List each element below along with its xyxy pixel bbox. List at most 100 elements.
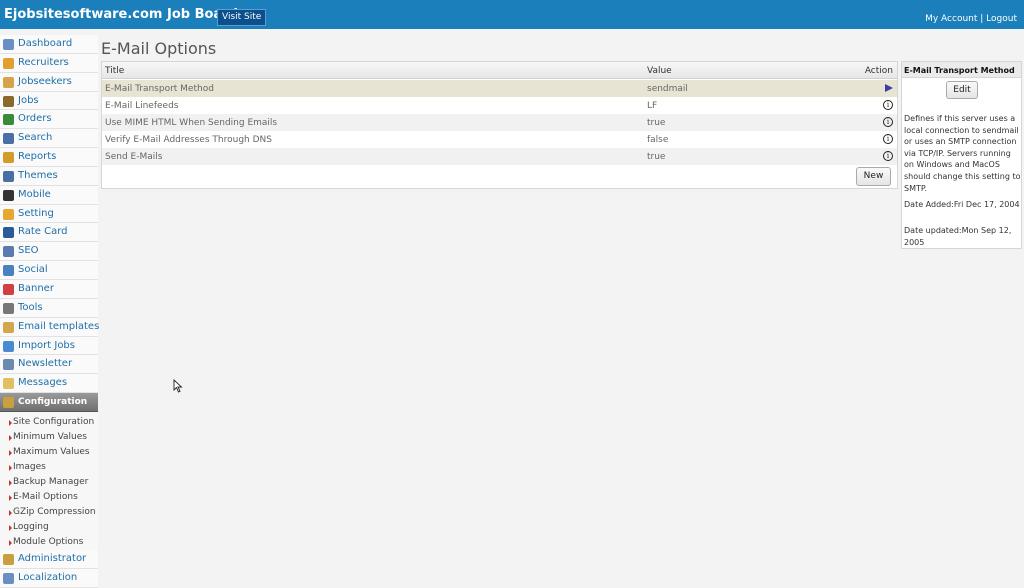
sidebar-item-label: Themes <box>18 169 58 181</box>
envelope-icon <box>3 321 14 333</box>
options-table: Title Value Action New E-Mail Transport … <box>101 61 898 189</box>
account-links: My Account | Logout <box>925 14 1017 24</box>
sidebar-item-configuration[interactable]: Configuration <box>0 393 98 412</box>
sidebar-item-newsletter[interactable]: Newsletter <box>0 355 98 375</box>
gear-icon <box>3 208 14 220</box>
sidebar-item-label: Social <box>18 264 48 276</box>
my-account-link[interactable]: My Account <box>925 14 977 24</box>
submenu-item[interactable]: Site Configuration <box>0 415 98 430</box>
sidebar-item-label: Import Jobs <box>18 339 75 351</box>
info-icon[interactable]: i <box>883 134 893 144</box>
bullet-arrow-icon <box>9 509 12 516</box>
sidebar-item-label: Mobile <box>18 188 51 200</box>
newsletter-icon <box>3 359 14 371</box>
logout-link[interactable]: Logout <box>986 14 1017 24</box>
submenu-item-label: Minimum Values <box>13 431 87 442</box>
edit-button[interactable]: Edit <box>946 81 978 99</box>
sidebar-item-dashboard[interactable]: Dashboard <box>0 35 98 54</box>
submenu-item[interactable]: Logging <box>0 520 98 535</box>
visit-site-button[interactable]: Visit Site <box>217 9 267 26</box>
submenu-item[interactable]: E-Mail Options <box>0 490 98 505</box>
mouse-cursor-icon <box>173 379 183 393</box>
info-icon[interactable]: i <box>883 151 893 161</box>
sidebar-item-tools[interactable]: Tools <box>0 298 98 318</box>
sidebar-item-label: Jobs <box>18 94 39 106</box>
submenu-item-label: Module Options <box>13 536 84 547</box>
table-row[interactable]: Verify E-Mail Addresses Through DNS false… <box>102 131 897 148</box>
sidebar-item-themes[interactable]: Themes <box>0 166 98 186</box>
submenu-item[interactable]: Minimum Values <box>0 430 98 445</box>
sidebar-item-social[interactable]: Social <box>0 261 98 280</box>
sidebar-item-administrator[interactable]: Administrator <box>0 549 98 569</box>
bullet-arrow-icon <box>9 434 12 441</box>
sidebar-item-label: Newsletter <box>18 358 73 370</box>
sidebar-item-recruiters[interactable]: Recruiters <box>0 53 98 73</box>
sidebar-item-orders[interactable]: Orders <box>0 110 98 130</box>
sidebar-item-reports[interactable]: Reports <box>0 148 98 167</box>
grid-icon <box>3 170 14 182</box>
sidebar-item-label: Email templates <box>18 320 100 332</box>
sidebar-item-label: Jobseekers <box>18 75 72 87</box>
person-icon <box>3 57 14 69</box>
account-separator: | <box>977 14 987 24</box>
new-button[interactable]: New <box>856 167 891 186</box>
sidebar-item-setting[interactable]: Setting <box>0 204 98 224</box>
sidebar-item-messages[interactable]: Messages <box>0 374 98 394</box>
sidebar-item-label: Localization <box>18 571 78 583</box>
row-title: E-Mail Transport Method <box>105 84 214 94</box>
submenu-item-label: GZip Compression <box>13 506 96 517</box>
info-icon[interactable]: i <box>883 100 893 110</box>
sidebar-item-label: Administrator <box>18 552 87 564</box>
sidebar-item-rate-card[interactable]: Rate Card <box>0 223 98 243</box>
row-value: false <box>647 135 669 145</box>
table-row[interactable]: E-Mail Linefeeds LF i <box>102 97 897 114</box>
table-row[interactable]: E-Mail Transport Method sendmail <box>102 80 897 97</box>
sidebar-item-seo[interactable]: SEO <box>0 242 98 262</box>
sidebar: Dashboard Recruiters Jobseekers Jobs Orders S… <box>0 35 100 588</box>
sidebar-item-banner[interactable]: Banner <box>0 279 98 299</box>
sidebar-item-label: Reports <box>18 151 57 163</box>
submenu-item-label: Logging <box>13 521 49 532</box>
dollar-icon <box>3 227 14 239</box>
row-value: true <box>647 152 666 162</box>
configuration-submenu: Site Configuration Minimum Values Maximum … <box>0 411 98 550</box>
info-icon[interactable]: i <box>883 117 893 127</box>
sidebar-item-import-jobs[interactable]: Import Jobs <box>0 336 98 356</box>
sidebar-item-jobseekers[interactable]: Jobseekers <box>0 72 98 92</box>
banner-icon <box>3 283 14 295</box>
sidebar-item-label: Search <box>18 132 53 144</box>
sidebar-item-email-templates[interactable]: Email templates <box>0 317 100 337</box>
date-updated: Date updated:Mon Sep 12, 2005 <box>904 226 1012 247</box>
submenu-item[interactable]: Backup Manager <box>0 475 98 490</box>
row-value: sendmail <box>647 84 688 94</box>
row-title: Use MIME HTML When Sending Emails <box>105 118 278 128</box>
bullet-arrow-icon <box>9 464 12 471</box>
column-title: Title <box>105 66 125 76</box>
table-row[interactable]: Use MIME HTML When Sending Emails true i <box>102 114 897 131</box>
submenu-item-label: E-Mail Options <box>13 491 78 502</box>
briefcase-icon <box>3 95 14 107</box>
column-value: Value <box>647 66 672 76</box>
submenu-item[interactable]: Module Options <box>0 535 98 550</box>
submenu-item[interactable]: Maximum Values <box>0 445 98 460</box>
play-icon[interactable] <box>885 84 893 92</box>
sidebar-item-label: Banner <box>18 282 54 294</box>
table-row[interactable]: Send E-Mails true i <box>102 148 897 165</box>
brand-title[interactable]: Ejobsitesoftware.com Job Board <box>4 7 238 22</box>
sidebar-item-jobs[interactable]: Jobs <box>0 91 98 111</box>
submenu-item[interactable]: Images <box>0 460 98 475</box>
sidebar-item-label: Setting <box>18 207 54 219</box>
sidebar-item-mobile[interactable]: Mobile <box>0 185 98 205</box>
sidebar-item-label: Dashboard <box>18 38 73 49</box>
row-value: LF <box>647 101 658 111</box>
globe-icon <box>3 265 14 277</box>
row-title: Send E-Mails <box>105 152 163 162</box>
sidebar-item-label: Messages <box>18 377 68 389</box>
submenu-item[interactable]: GZip Compression <box>0 505 98 520</box>
sidebar-item-search[interactable]: Search <box>0 129 98 149</box>
sidebar-item-localization[interactable]: Localization <box>0 568 98 588</box>
bar-chart-icon <box>3 246 14 258</box>
detail-description: Defines if this server uses a local conn… <box>904 114 1021 193</box>
top-bar: Ejobsitesoftware.com Job Board Visit Sit… <box>0 0 1024 29</box>
import-icon <box>3 340 14 352</box>
